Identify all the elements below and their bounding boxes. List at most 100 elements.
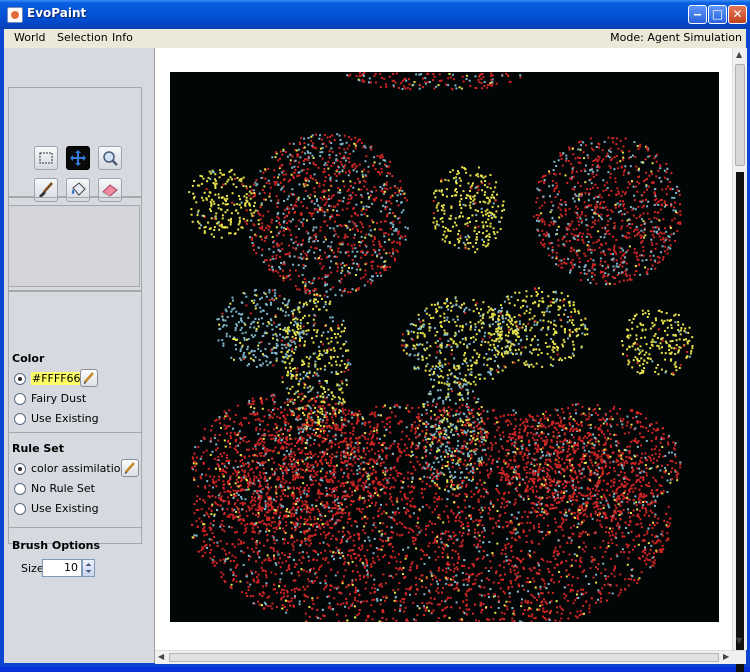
agent-pixel xyxy=(353,262,355,264)
agent-pixel xyxy=(361,223,363,225)
agent-pixel xyxy=(315,226,317,228)
agent-pixel xyxy=(442,194,444,196)
zoom-tool-button[interactable] xyxy=(98,146,122,170)
agent-pixel xyxy=(482,317,484,319)
agent-pixel xyxy=(199,227,201,229)
agent-pixel xyxy=(283,170,285,172)
menu-selection[interactable]: Selection xyxy=(55,29,110,46)
agent-pixel xyxy=(637,233,639,235)
agent-pixel xyxy=(429,327,431,329)
agent-pixel xyxy=(342,243,344,245)
agent-pixel xyxy=(402,333,404,335)
edit-color-button[interactable] xyxy=(80,369,98,387)
agent-pixel xyxy=(655,367,657,369)
agent-pixel xyxy=(690,350,692,352)
menu-world[interactable]: World xyxy=(12,29,48,46)
pencil-icon xyxy=(122,460,138,476)
agent-pixel xyxy=(587,229,589,231)
edit-ruleset-button[interactable] xyxy=(121,459,139,477)
agent-pixel xyxy=(291,188,293,190)
agent-pixel xyxy=(619,200,621,202)
agent-pixel xyxy=(294,399,296,401)
agent-pixel xyxy=(209,178,211,180)
agent-pixel xyxy=(319,353,321,355)
agent-pixel xyxy=(307,289,309,291)
agent-pixel xyxy=(578,250,580,252)
agent-pixel xyxy=(210,205,212,207)
title-bar[interactable]: EvoPaint ‒ □ ✕ xyxy=(0,0,750,29)
agent-pixel xyxy=(230,176,232,178)
move-tool-button[interactable] xyxy=(66,146,90,170)
ruleset-option-radio-2[interactable] xyxy=(14,483,26,495)
agent-pixel xyxy=(326,225,328,227)
maximize-button[interactable]: □ xyxy=(708,5,727,24)
brush-size-stepper[interactable] xyxy=(82,559,95,577)
agent-pixel xyxy=(232,297,234,299)
agent-pixel xyxy=(289,229,291,231)
agent-pixel xyxy=(287,374,289,376)
ruleset-option-radio-1[interactable] xyxy=(14,463,26,475)
agent-pixel xyxy=(308,241,310,243)
agent-pixel xyxy=(339,409,341,411)
agent-pixel xyxy=(514,321,516,323)
agent-pixel xyxy=(270,231,272,233)
agent-pixel xyxy=(384,191,386,193)
agent-pixel xyxy=(347,243,349,245)
agent-pixel xyxy=(673,233,675,235)
color-option-radio-3[interactable] xyxy=(14,413,26,425)
agent-pixel xyxy=(654,335,656,337)
agent-pixel xyxy=(491,85,493,87)
close-button[interactable]: ✕ xyxy=(728,5,747,24)
agent-pixel xyxy=(535,201,537,203)
agent-pixel xyxy=(569,305,571,307)
color-option-radio-1[interactable] xyxy=(14,373,26,385)
agent-pixel xyxy=(296,153,298,155)
agent-pixel xyxy=(580,218,582,220)
agent-pixel xyxy=(389,252,391,254)
agent-pixel xyxy=(481,87,483,89)
agent-pixel xyxy=(354,167,356,169)
agent-pixel xyxy=(253,184,255,186)
agent-pixel xyxy=(478,189,480,191)
agent-pixel xyxy=(307,184,309,186)
agent-pixel xyxy=(548,305,550,307)
agent-pixel xyxy=(616,162,618,164)
agent-pixel xyxy=(654,199,656,201)
agent-pixel xyxy=(280,189,282,191)
agent-pixel xyxy=(342,169,344,171)
agent-pixel xyxy=(574,157,576,159)
color-option-radio-2[interactable] xyxy=(14,393,26,405)
agent-pixel xyxy=(665,352,667,354)
agent-pixel xyxy=(615,194,617,196)
agent-pixel xyxy=(543,221,545,223)
agent-pixel xyxy=(582,240,584,242)
agent-pixel xyxy=(304,341,306,343)
agent-pixel xyxy=(302,205,304,207)
agent-pixel xyxy=(452,226,454,228)
agent-pixel xyxy=(204,227,206,229)
agent-pixel xyxy=(315,147,317,149)
menu-info[interactable]: Info xyxy=(110,29,135,46)
simulation-canvas[interactable] xyxy=(170,72,719,622)
agent-pixel xyxy=(357,178,359,180)
agent-pixel xyxy=(239,204,241,206)
agent-pixel xyxy=(567,321,569,323)
agent-pixel xyxy=(303,326,305,328)
brush-size-input[interactable]: 10 xyxy=(42,559,82,577)
agent-pixel xyxy=(340,272,342,274)
selection-tool-button[interactable] xyxy=(34,146,58,170)
agent-pixel xyxy=(312,290,314,292)
ruleset-option-radio-3[interactable] xyxy=(14,503,26,515)
agent-pixel xyxy=(258,213,260,215)
minimize-button[interactable]: ‒ xyxy=(688,5,707,24)
agent-pixel xyxy=(454,194,456,196)
agent-pixel xyxy=(587,157,589,159)
agent-pixel xyxy=(490,82,492,84)
agent-pixel xyxy=(436,457,438,459)
agent-pixel xyxy=(459,458,461,460)
agent-pixel xyxy=(422,332,424,334)
agent-pixel xyxy=(602,158,604,160)
agent-pixel xyxy=(671,347,673,349)
agent-pixel xyxy=(388,239,390,241)
agent-pixel xyxy=(458,365,460,367)
